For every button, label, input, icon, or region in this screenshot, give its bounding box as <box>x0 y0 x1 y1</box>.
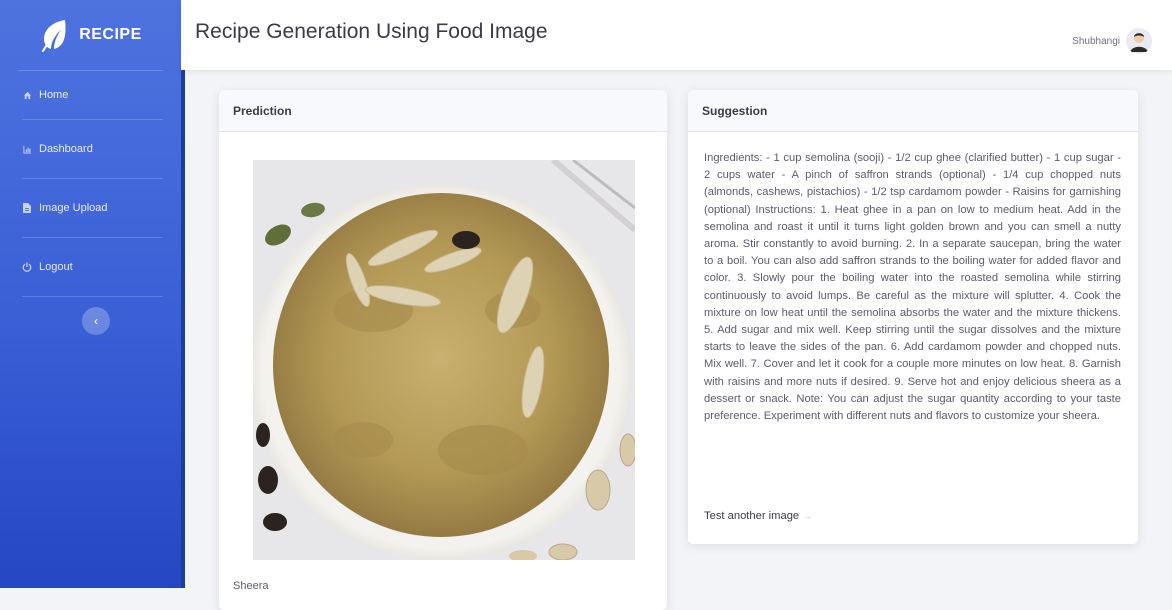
link-label: Test another image <box>704 510 800 522</box>
brand[interactable]: RECIPE <box>18 0 163 71</box>
leaf-logo-icon <box>42 20 66 52</box>
arrow-right-icon: → <box>803 511 813 521</box>
file-icon <box>22 203 32 213</box>
suggestion-header: Suggestion <box>688 90 1138 132</box>
sidebar-item-label: Dashboard <box>39 143 93 155</box>
sidebar-item-home[interactable]: Home <box>22 71 163 120</box>
avatar <box>1126 28 1152 54</box>
user-name: Shubhangi <box>1072 35 1120 47</box>
prediction-label: Sheera <box>233 580 269 592</box>
chevron-left-icon: ‹ <box>94 314 98 328</box>
power-icon <box>22 262 32 272</box>
sidebar: RECIPE Home Dashboard Image Upload Logou… <box>0 0 181 588</box>
sidebar-toggle-button[interactable]: ‹ <box>82 307 110 335</box>
prediction-header: Prediction <box>219 90 667 132</box>
sidebar-item-image-upload[interactable]: Image Upload <box>22 179 163 238</box>
page-title: Recipe Generation Using Food Image <box>195 20 548 43</box>
chart-icon <box>22 144 32 154</box>
food-image <box>253 160 635 560</box>
home-icon <box>22 90 32 100</box>
sidebar-item-label: Logout <box>39 261 73 273</box>
sidebar-item-logout[interactable]: Logout <box>22 238 163 297</box>
user-menu[interactable]: Shubhangi <box>1072 28 1152 54</box>
sidebar-item-label: Image Upload <box>39 202 108 214</box>
prediction-card: Prediction Sheera <box>219 90 667 610</box>
sidebar-edge <box>181 0 185 588</box>
topbar: Recipe Generation Using Food Image Shubh… <box>181 0 1172 70</box>
suggestion-card: Suggestion Ingredients: - 1 cup semolina… <box>688 90 1138 544</box>
brand-name: RECIPE <box>79 26 142 43</box>
sidebar-item-label: Home <box>39 89 69 101</box>
sidebar-item-dashboard[interactable]: Dashboard <box>22 120 163 179</box>
test-another-image-link[interactable]: Test another image → <box>704 510 812 522</box>
suggestion-text: Ingredients: - 1 cup semolina (sooji) - … <box>704 152 1121 423</box>
